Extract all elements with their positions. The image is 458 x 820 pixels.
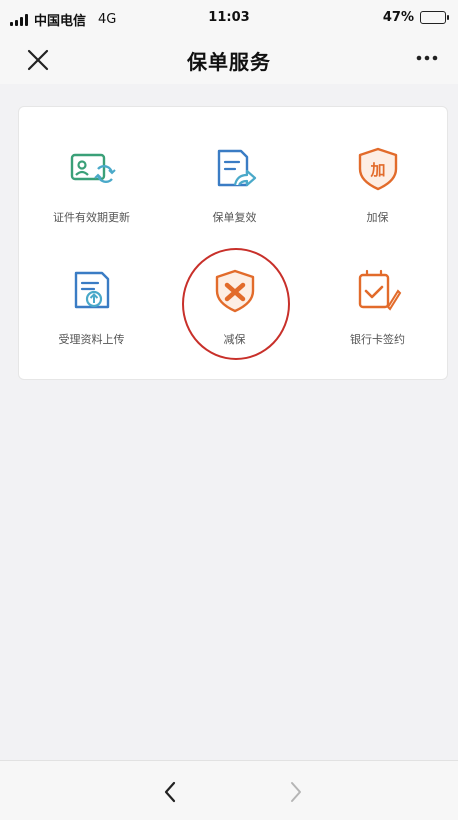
status-bar: 中国电信 4G 11:03 47% <box>0 0 458 36</box>
forward-arrow-icon[interactable] <box>282 779 308 805</box>
id-card-refresh-icon <box>68 145 116 193</box>
card-sign-icon <box>354 267 402 315</box>
nav-bar: 保单服务 <box>0 36 458 84</box>
service-label: 证件有效期更新 <box>53 211 130 224</box>
document-forward-icon <box>211 145 259 193</box>
battery-icon <box>420 11 449 24</box>
back-arrow-icon[interactable] <box>158 779 184 805</box>
service-add-coverage[interactable]: 加 加保 <box>306 117 449 227</box>
page-title: 保单服务 <box>187 50 271 74</box>
service-label: 加保 <box>366 211 389 224</box>
document-upload-icon <box>68 267 116 315</box>
status-right: 47% <box>382 10 449 25</box>
service-reinstatement[interactable]: 保单复效 <box>163 117 306 227</box>
service-upload-docs[interactable]: 受理资料上传 <box>20 239 163 349</box>
highlight-circle <box>182 248 290 360</box>
service-label: 保单复效 <box>212 211 257 224</box>
service-bank-card-sign[interactable]: 银行卡签约 <box>306 239 449 349</box>
service-label: 银行卡签约 <box>350 333 405 346</box>
shield-plus-icon: 加 <box>354 145 402 193</box>
service-id-update[interactable]: 证件有效期更新 <box>20 117 163 227</box>
more-icon[interactable] <box>412 44 442 72</box>
bottom-toolbar <box>0 760 458 820</box>
service-label: 受理资料上传 <box>58 333 125 346</box>
shield-plus-glyph: 加 <box>369 161 385 179</box>
battery-percent: 47% <box>382 10 414 25</box>
